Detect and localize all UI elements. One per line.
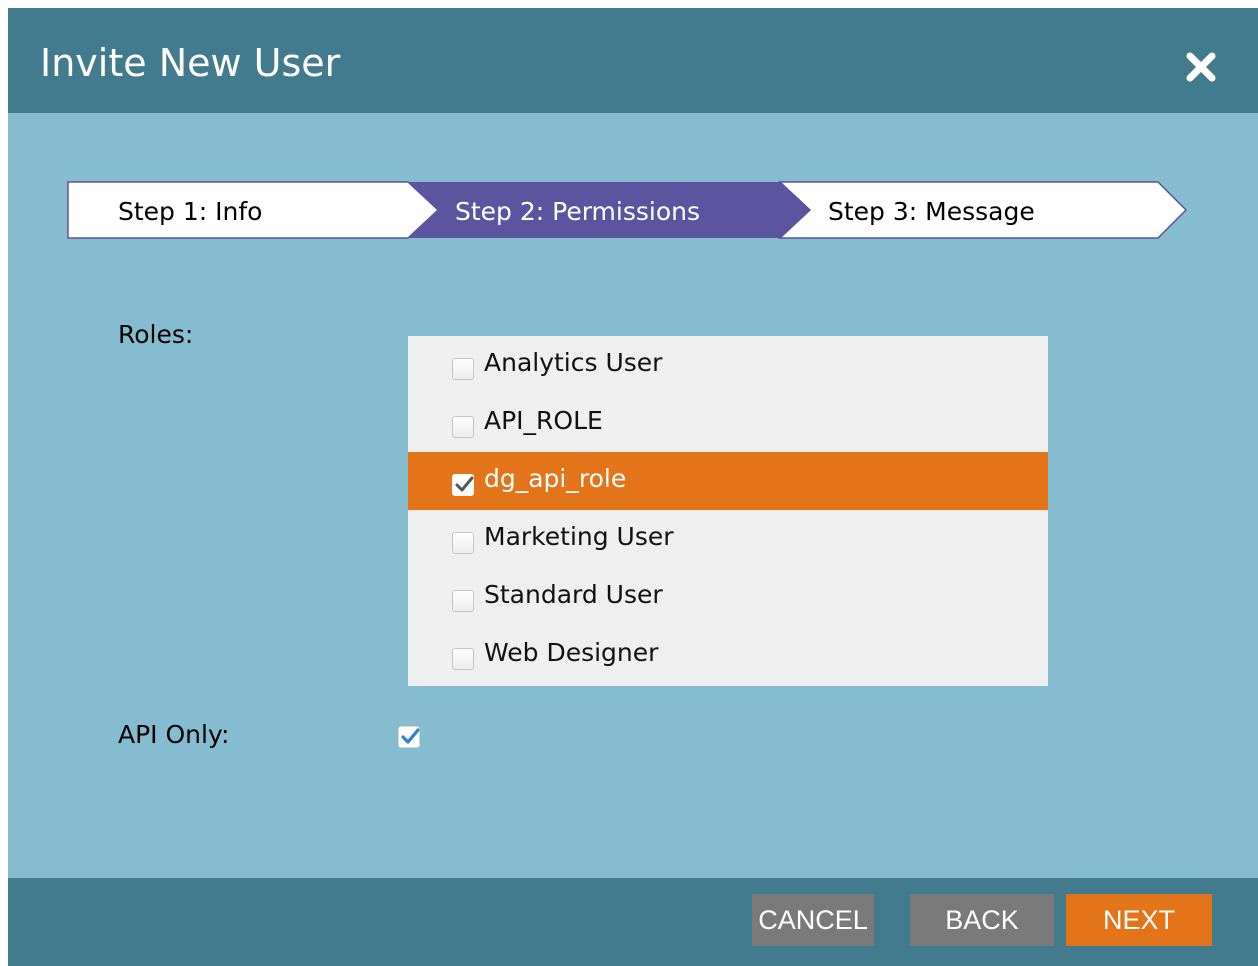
role-checkbox[interactable] [452, 532, 474, 554]
dialog-footer: CANCEL BACK NEXT [8, 878, 1258, 966]
role-label: Standard User [484, 580, 663, 609]
role-label: dg_api_role [484, 464, 627, 493]
role-checkbox[interactable] [452, 474, 474, 496]
role-option[interactable]: Marketing User [408, 510, 1048, 568]
role-checkbox[interactable] [452, 590, 474, 612]
next-button[interactable]: NEXT [1066, 894, 1212, 946]
checkmark-icon [401, 728, 420, 744]
close-icon[interactable] [1184, 50, 1218, 84]
role-checkbox[interactable] [452, 648, 474, 670]
role-checkbox[interactable] [452, 358, 474, 380]
cancel-button[interactable]: CANCEL [752, 894, 874, 946]
role-label: Analytics User [484, 348, 663, 377]
step-1-label[interactable]: Step 1: Info [118, 197, 262, 227]
role-option[interactable]: Standard User [408, 568, 1048, 626]
role-option[interactable]: API_ROLE [408, 394, 1048, 452]
role-option[interactable]: Web Designer [408, 626, 1048, 684]
step-3-label[interactable]: Step 3: Message [828, 197, 1035, 227]
role-label: API_ROLE [484, 406, 603, 435]
back-button[interactable]: BACK [910, 894, 1054, 946]
invite-user-dialog: Invite New User Step 1: Info Step 2: Per… [8, 8, 1258, 966]
api-only-checkbox[interactable] [398, 726, 420, 748]
roles-list[interactable]: Analytics User API_ROLE dg_api_role Marketi… [408, 336, 1048, 686]
role-checkbox[interactable] [452, 416, 474, 438]
api-only-label: API Only: [118, 720, 230, 749]
dialog-header: Invite New User [8, 8, 1258, 113]
dialog-title: Invite New User [40, 41, 341, 85]
role-option[interactable]: dg_api_role [408, 452, 1048, 510]
step-2-label[interactable]: Step 2: Permissions [455, 197, 700, 227]
role-label: Marketing User [484, 522, 674, 551]
checkmark-icon [455, 476, 474, 492]
roles-label: Roles: [118, 320, 194, 349]
role-label: Web Designer [484, 638, 659, 667]
role-option[interactable]: Analytics User [408, 336, 1048, 394]
